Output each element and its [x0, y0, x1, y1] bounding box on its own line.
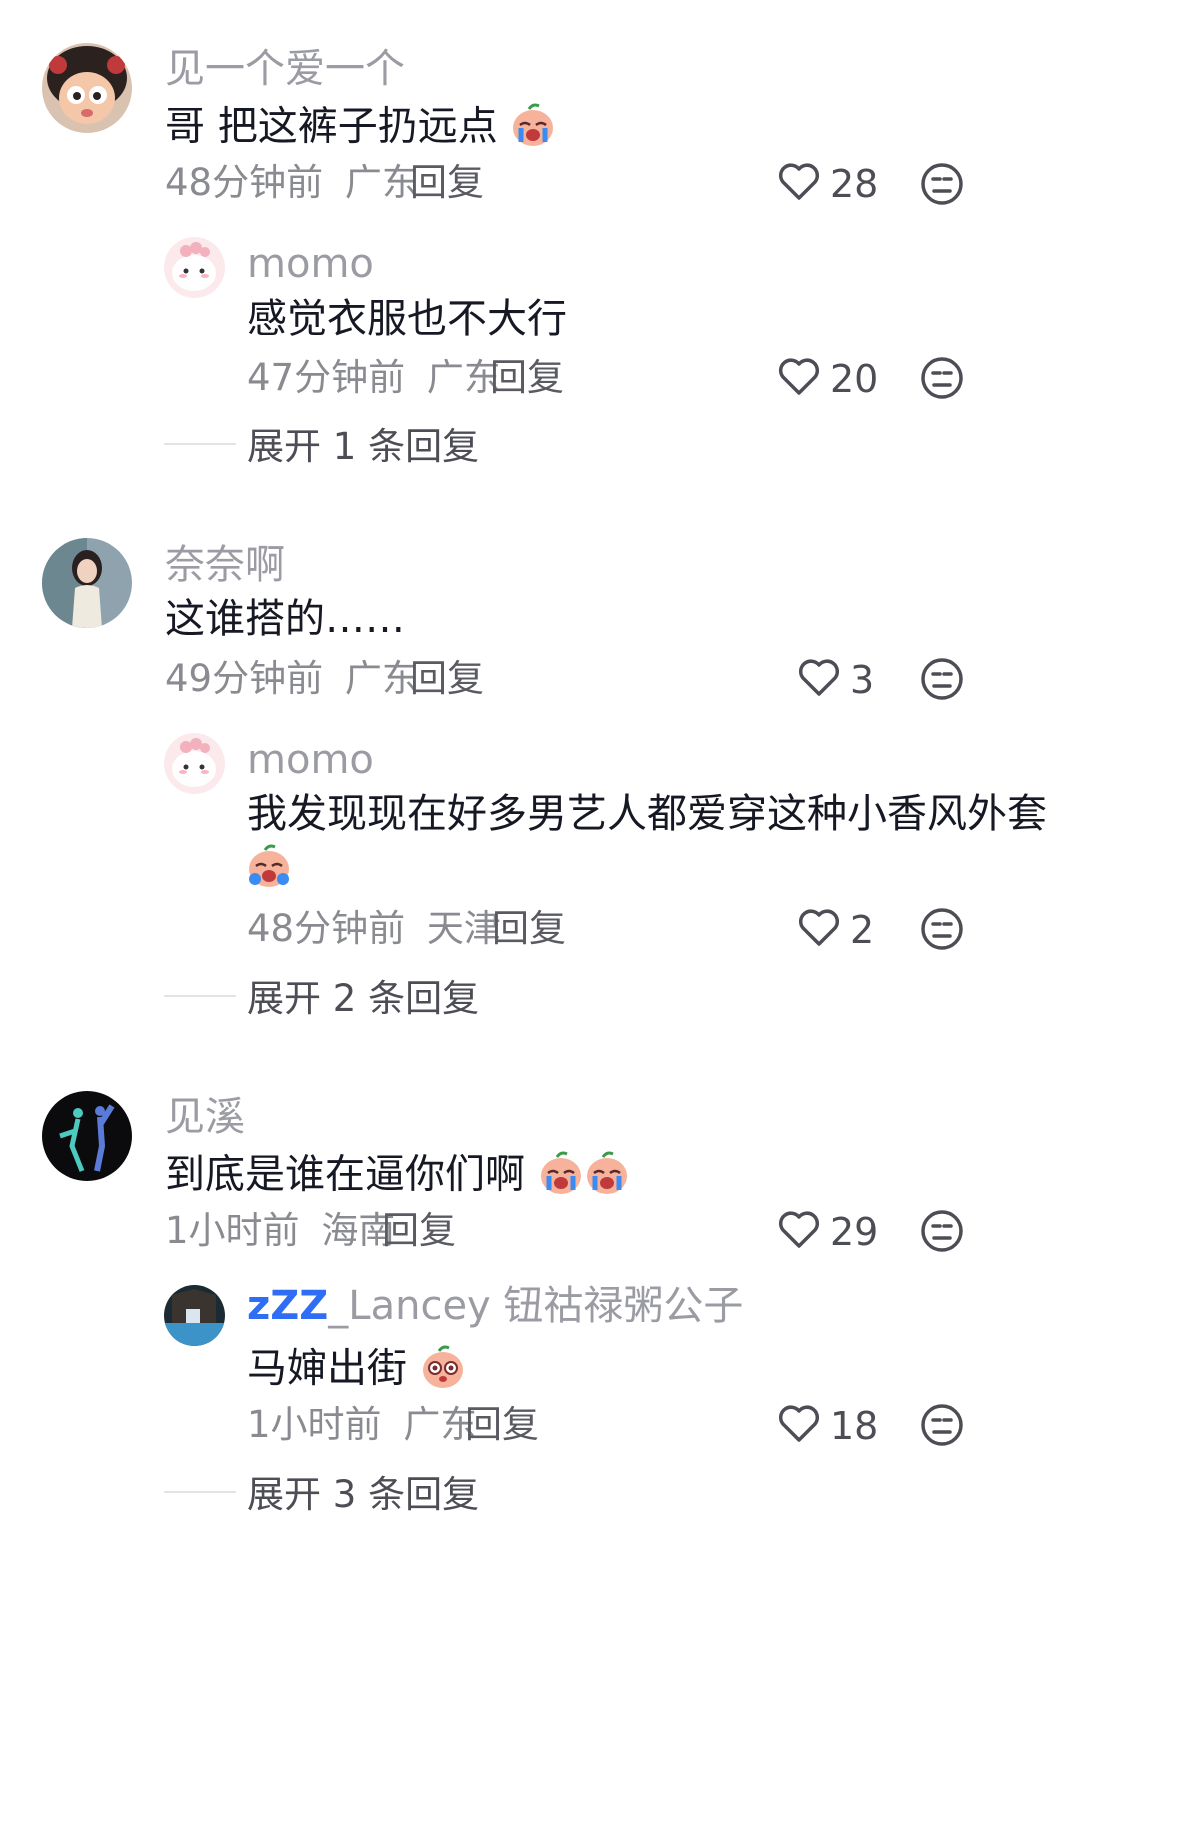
- username[interactable]: 奈奈啊: [165, 545, 285, 585]
- reply-meta: 47分钟前 广东: [247, 359, 501, 396]
- reply-text: 马婶出街: [247, 1345, 466, 1396]
- comment-text: 这谁搭的……: [165, 596, 405, 642]
- comment-time: 1小时前: [165, 1209, 300, 1252]
- comment-meta: 49分钟前 广东: [165, 660, 419, 697]
- like-count: 2: [850, 908, 875, 952]
- username[interactable]: 见溪: [165, 1097, 245, 1137]
- crying-face-emoji: [246, 843, 292, 893]
- reply-button[interactable]: 回复: [490, 359, 564, 396]
- comment-text: 哥 把这裤子扔远点: [165, 103, 556, 154]
- heart-outline-icon: [778, 1210, 820, 1254]
- reply-time: 47分钟前: [247, 356, 406, 399]
- zzz-icon: zZZ: [247, 1283, 329, 1329]
- like-count: 29: [830, 1210, 879, 1254]
- reply-meta: 1小时前 广东: [247, 1406, 477, 1443]
- comment-location: 广东: [344, 161, 419, 204]
- comment-text-content: 哥 把这裤子扔远点: [165, 103, 498, 150]
- reply-button[interactable]: 回复: [382, 1212, 456, 1249]
- avatar[interactable]: [42, 1091, 132, 1181]
- reply-button[interactable]: 回复: [410, 660, 484, 697]
- avatar[interactable]: [164, 733, 225, 794]
- username[interactable]: momo: [247, 740, 374, 780]
- heart-outline-icon: [778, 1404, 820, 1448]
- like-count: 3: [850, 658, 875, 702]
- like-button[interactable]: 2: [798, 908, 874, 952]
- meh-face-icon[interactable]: [920, 356, 964, 404]
- reply-meta: 48分钟前 天津: [247, 910, 501, 947]
- like-count: 20: [830, 357, 879, 401]
- crying-face-emoji: [510, 103, 556, 154]
- meh-face-icon[interactable]: [920, 657, 964, 705]
- like-count: 28: [830, 162, 879, 206]
- heart-outline-icon: [778, 162, 820, 206]
- heart-outline-icon: [798, 908, 840, 952]
- username[interactable]: zZZ_Lancey 钮祜禄粥公子: [247, 1286, 743, 1326]
- like-button[interactable]: 20: [778, 357, 878, 401]
- reply-button[interactable]: 回复: [410, 164, 484, 201]
- comment-time: 48分钟前: [165, 161, 324, 204]
- like-button[interactable]: 3: [798, 658, 874, 702]
- username[interactable]: 见一个爱一个: [165, 49, 405, 89]
- reply-button[interactable]: 回复: [492, 910, 566, 947]
- divider: [164, 995, 236, 997]
- divider: [164, 443, 236, 445]
- meh-face-icon[interactable]: [920, 162, 964, 210]
- avatar[interactable]: [42, 43, 132, 133]
- heart-outline-icon: [798, 658, 840, 702]
- crying-face-emoji: [584, 1151, 630, 1202]
- expand-replies-button[interactable]: 展开 2 条回复: [247, 980, 479, 1017]
- expand-replies-button[interactable]: 展开 3 条回复: [247, 1476, 479, 1513]
- reply-location: 天津: [426, 907, 501, 950]
- like-button[interactable]: 18: [778, 1404, 878, 1448]
- reply-time: 48分钟前: [247, 907, 406, 950]
- avatar[interactable]: [164, 237, 225, 298]
- reply-text: 我发现现在好多男艺人都爱穿这种小香风外套: [247, 791, 1047, 837]
- username[interactable]: momo: [247, 244, 374, 284]
- comment-time: 49分钟前: [165, 657, 324, 700]
- reply-button[interactable]: 回复: [465, 1406, 539, 1443]
- avatar[interactable]: [164, 1285, 225, 1346]
- comment-location: 广东: [344, 657, 419, 700]
- reply-time: 1小时前: [247, 1403, 382, 1446]
- like-button[interactable]: 28: [778, 162, 878, 206]
- comment-text-content: 到底是谁在逼你们啊: [165, 1151, 525, 1198]
- like-button[interactable]: 29: [778, 1210, 878, 1254]
- expand-replies-button[interactable]: 展开 1 条回复: [247, 428, 479, 465]
- meh-face-icon[interactable]: [920, 907, 964, 955]
- meh-face-icon[interactable]: [920, 1209, 964, 1257]
- meh-face-icon[interactable]: [920, 1403, 964, 1451]
- like-count: 18: [830, 1404, 879, 1448]
- heart-outline-icon: [778, 357, 820, 401]
- pleading-face-emoji: [420, 1345, 466, 1396]
- comment-meta: 48分钟前 广东: [165, 164, 419, 201]
- username-text: _Lancey 钮祜禄粥公子: [328, 1283, 744, 1329]
- comment-text: 到底是谁在逼你们啊: [165, 1151, 630, 1202]
- divider: [164, 1491, 236, 1493]
- avatar[interactable]: [42, 538, 132, 628]
- comment-meta: 1小时前 海南: [165, 1212, 395, 1249]
- reply-text-content: 马婶出街: [247, 1345, 407, 1392]
- reply-text: 感觉衣服也不大行: [247, 296, 567, 342]
- crying-face-emoji: [538, 1151, 584, 1202]
